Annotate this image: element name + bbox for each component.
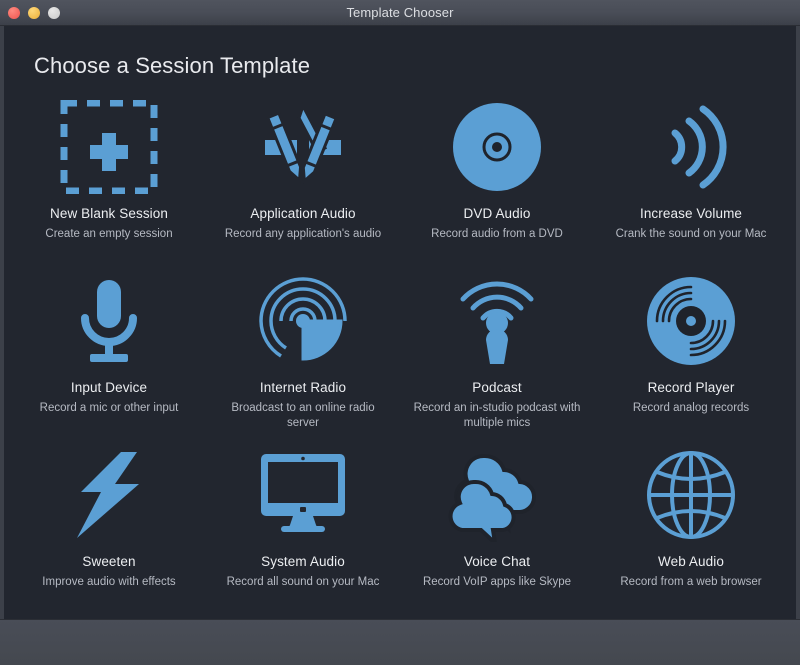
template-tile-podcast[interactable]: Podcast Record an in-studio podcast with… bbox=[400, 271, 594, 445]
template-desc: Crank the sound on your Mac bbox=[615, 228, 767, 240]
voice-chat-icon bbox=[447, 445, 547, 545]
template-tile-input-device[interactable]: Input Device Record a mic or other input bbox=[12, 271, 206, 445]
template-chooser-window: Template Chooser Choose a Session Templa… bbox=[0, 0, 800, 665]
window-titlebar[interactable]: Template Chooser bbox=[0, 0, 800, 26]
template-tile-increase-volume[interactable]: Increase Volume Crank the sound on your … bbox=[594, 97, 788, 271]
template-desc: Record an in-studio podcast with multipl… bbox=[413, 402, 581, 429]
template-title: Application Audio bbox=[250, 206, 356, 221]
template-title: New Blank Session bbox=[49, 206, 168, 221]
template-title: Podcast bbox=[472, 380, 522, 395]
page-title: Choose a Session Template bbox=[34, 53, 311, 78]
window-footer bbox=[0, 619, 800, 665]
template-title: Web Audio bbox=[658, 554, 724, 569]
sweeten-lightning-icon bbox=[59, 445, 159, 545]
template-title: Internet Radio bbox=[259, 380, 347, 395]
template-grid: New Blank Session Create an empty sessio… bbox=[4, 79, 796, 611]
template-desc: Broadcast to an online radio server bbox=[231, 402, 375, 429]
template-desc: Record a mic or other input bbox=[39, 402, 179, 414]
template-tile-internet-radio[interactable]: Internet Radio Broadcast to an online ra… bbox=[206, 271, 400, 445]
application-audio-icon bbox=[253, 97, 353, 197]
template-tile-application-audio[interactable]: Application Audio Record any application… bbox=[206, 97, 400, 271]
dvd-audio-icon bbox=[447, 97, 547, 197]
web-audio-globe-icon bbox=[641, 445, 741, 545]
template-title: System Audio bbox=[261, 554, 345, 569]
zoom-button[interactable] bbox=[48, 6, 60, 19]
minimize-button[interactable] bbox=[28, 6, 40, 19]
internet-radio-icon bbox=[253, 271, 353, 371]
template-tile-record-player[interactable]: Record Player Record analog records bbox=[594, 271, 788, 445]
increase-volume-icon bbox=[641, 97, 741, 197]
template-desc: Record analog records bbox=[632, 402, 750, 414]
system-audio-icon bbox=[253, 445, 353, 545]
new-blank-session-icon bbox=[59, 97, 159, 197]
template-desc: Record VoIP apps like Skype bbox=[422, 576, 572, 588]
podcast-icon bbox=[447, 271, 547, 371]
template-desc: Improve audio with effects bbox=[42, 576, 176, 588]
close-button[interactable] bbox=[8, 6, 20, 19]
record-player-icon bbox=[641, 271, 741, 371]
template-desc: Record audio from a DVD bbox=[431, 228, 563, 240]
template-title: Input Device bbox=[70, 380, 148, 395]
template-title: Record Player bbox=[647, 380, 735, 395]
template-title: Sweeten bbox=[82, 554, 136, 569]
traffic-light-group bbox=[8, 0, 60, 25]
template-tile-new-blank-session[interactable]: New Blank Session Create an empty sessio… bbox=[12, 97, 206, 271]
template-desc: Create an empty session bbox=[45, 228, 173, 240]
template-tile-web-audio[interactable]: Web Audio Record from a web browser bbox=[594, 445, 788, 611]
content-area: Choose a Session Template New Blank Sess… bbox=[0, 26, 800, 619]
template-tile-dvd-audio[interactable]: DVD Audio Record audio from a DVD bbox=[400, 97, 594, 271]
template-desc: Record from a web browser bbox=[620, 576, 762, 588]
template-tile-voice-chat[interactable]: Voice Chat Record VoIP apps like Skype bbox=[400, 445, 594, 611]
input-device-icon bbox=[59, 271, 159, 371]
template-tile-sweeten[interactable]: Sweeten Improve audio with effects bbox=[12, 445, 206, 611]
template-desc: Record all sound on your Mac bbox=[226, 576, 380, 588]
template-title: Increase Volume bbox=[639, 206, 743, 221]
template-title: DVD Audio bbox=[463, 206, 531, 221]
template-tile-system-audio[interactable]: System Audio Record all sound on your Ma… bbox=[206, 445, 400, 611]
template-title: Voice Chat bbox=[463, 554, 531, 569]
template-desc: Record any application's audio bbox=[224, 228, 382, 240]
window-title: Template Chooser bbox=[346, 5, 454, 20]
